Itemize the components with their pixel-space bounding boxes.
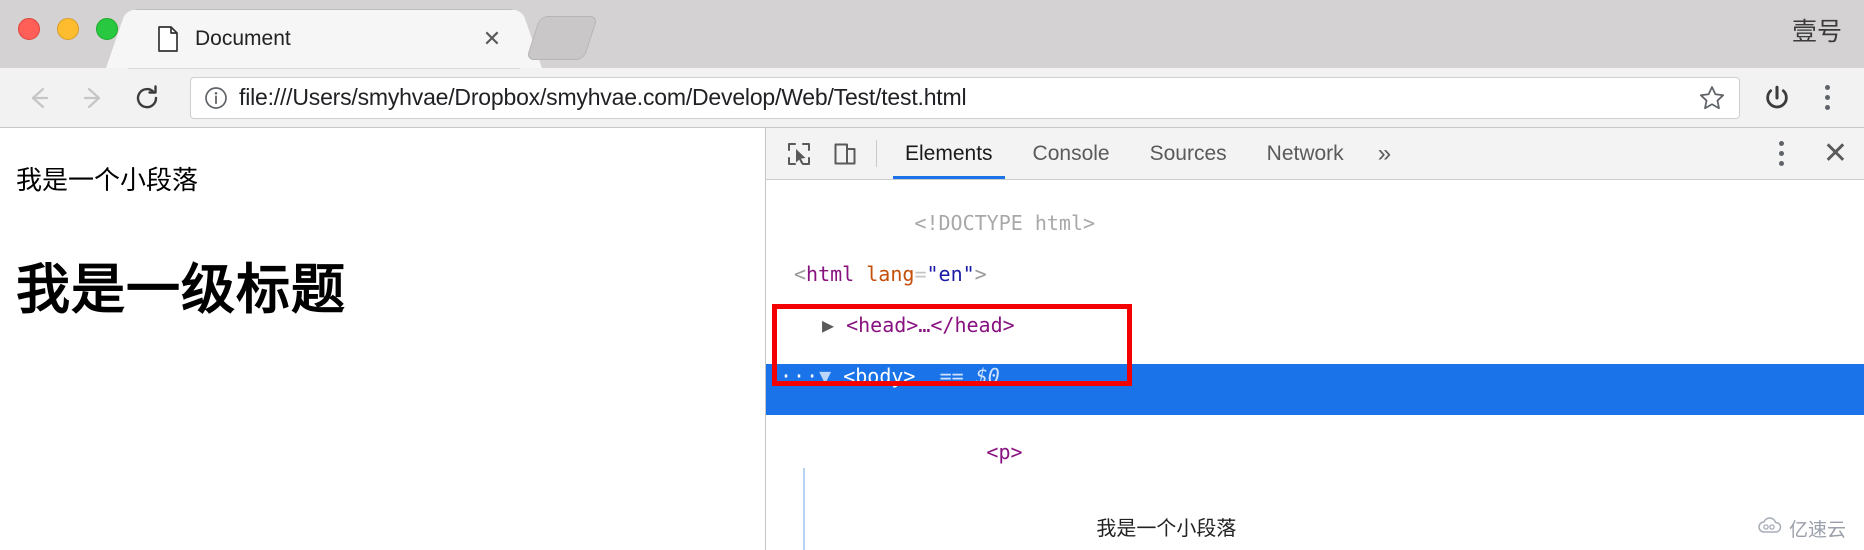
devtools-header: Elements Console Sources Network » ✕	[766, 128, 1864, 180]
star-outline-icon[interactable]	[1695, 81, 1729, 115]
html-attr-equals: =	[914, 262, 927, 287]
node-ellipsis[interactable]: ···	[780, 364, 819, 388]
html-open-bracket: <	[794, 262, 807, 287]
html-attr-value: "en"	[926, 262, 975, 287]
page-paragraph: 我是一个小段落	[16, 166, 199, 196]
dom-node-doctype[interactable]: <!DOCTYPE html>	[766, 186, 1864, 262]
reload-button[interactable]	[122, 73, 172, 123]
info-circle-icon[interactable]	[201, 83, 231, 113]
power-icon[interactable]	[1754, 75, 1800, 121]
tab-title: Document	[195, 27, 291, 50]
browser-toolbar: file:///Users/smyhvae/Dropbox/smyhvae.co…	[0, 68, 1864, 128]
more-tabs-chevron-icon[interactable]: »	[1364, 128, 1405, 179]
html-close-bracket: >	[974, 262, 987, 287]
p-open-tag: <p>	[986, 439, 1023, 464]
dom-tree[interactable]: <!DOCTYPE html> <html lang="en"> ▶ <head…	[766, 180, 1864, 550]
tab-network[interactable]: Network	[1247, 128, 1364, 179]
url-text[interactable]: file:///Users/smyhvae/Dropbox/smyhvae.co…	[239, 84, 1695, 111]
dom-node-head[interactable]: ▶ <head>…</head>	[766, 313, 1864, 364]
devtools-kebab-menu-icon[interactable]	[1759, 141, 1805, 166]
page-viewport: 我是一个小段落 我是一级标题	[0, 128, 766, 550]
browser-tab-document[interactable]: Document ✕	[129, 10, 519, 68]
p-text-content: 我是一个小段落	[1096, 516, 1237, 541]
head-node-text: <head>…</head>	[846, 312, 1015, 337]
html-tag-name: html	[806, 262, 855, 287]
tab-console[interactable]: Console	[1013, 128, 1130, 179]
document-icon	[157, 26, 179, 52]
kebab-menu-icon[interactable]	[1804, 75, 1850, 121]
forward-button[interactable]	[68, 73, 118, 123]
maximize-window-button[interactable]	[96, 18, 118, 40]
expand-triangle-icon[interactable]: ▶	[822, 313, 834, 337]
doctype-text: <!DOCTYPE html>	[914, 211, 1096, 236]
devtools-tabs: Elements Console Sources Network	[885, 128, 1364, 179]
body-console-ref: $0	[975, 363, 1000, 388]
tab-close-button[interactable]: ✕	[479, 26, 505, 52]
tab-strip: Document ✕ 壹号	[0, 0, 1864, 68]
new-tab-button[interactable]	[525, 16, 599, 60]
dom-node-body-selected[interactable]: ···▼ <body> == $0	[766, 363, 1864, 415]
device-toolbar-icon[interactable]	[822, 128, 868, 179]
page-heading: 我是一级标题	[16, 258, 346, 321]
tab-sources[interactable]: Sources	[1130, 128, 1247, 179]
browser-window: Document ✕ 壹号 file:///Users/smyhvae/Drop…	[0, 0, 1864, 550]
body-tag-text: <body>	[843, 363, 916, 388]
body-badge: ==	[939, 363, 964, 388]
back-button[interactable]	[14, 73, 64, 123]
watermark: 亿速云	[1757, 515, 1846, 542]
window-brandmark: 壹号	[1791, 17, 1842, 46]
dom-node-html[interactable]: <html lang="en">	[766, 262, 1864, 313]
devtools-panel: Elements Console Sources Network » ✕ <!D…	[766, 128, 1864, 550]
content-area: 我是一个小段落 我是一级标题 Elements Console Sources …	[0, 128, 1864, 550]
inspect-element-icon[interactable]	[776, 128, 822, 179]
close-window-button[interactable]	[18, 18, 40, 40]
tab-elements[interactable]: Elements	[885, 128, 1013, 179]
toolbar-divider	[876, 140, 877, 167]
devtools-header-actions: ✕	[1759, 128, 1864, 179]
address-bar[interactable]: file:///Users/smyhvae/Dropbox/smyhvae.co…	[190, 76, 1740, 119]
dom-node-p-text[interactable]: 我是一个小段落	[766, 491, 1864, 550]
html-attr-name: lang	[866, 262, 915, 287]
dom-node-p-open[interactable]: <p>	[766, 415, 1864, 491]
minimize-window-button[interactable]	[57, 18, 79, 40]
cloud-icon	[1757, 517, 1783, 540]
devtools-close-icon[interactable]: ✕	[1823, 138, 1848, 169]
watermark-text: 亿速云	[1788, 519, 1846, 541]
window-controls	[18, 18, 118, 40]
collapse-triangle-icon[interactable]: ▼	[819, 364, 831, 388]
